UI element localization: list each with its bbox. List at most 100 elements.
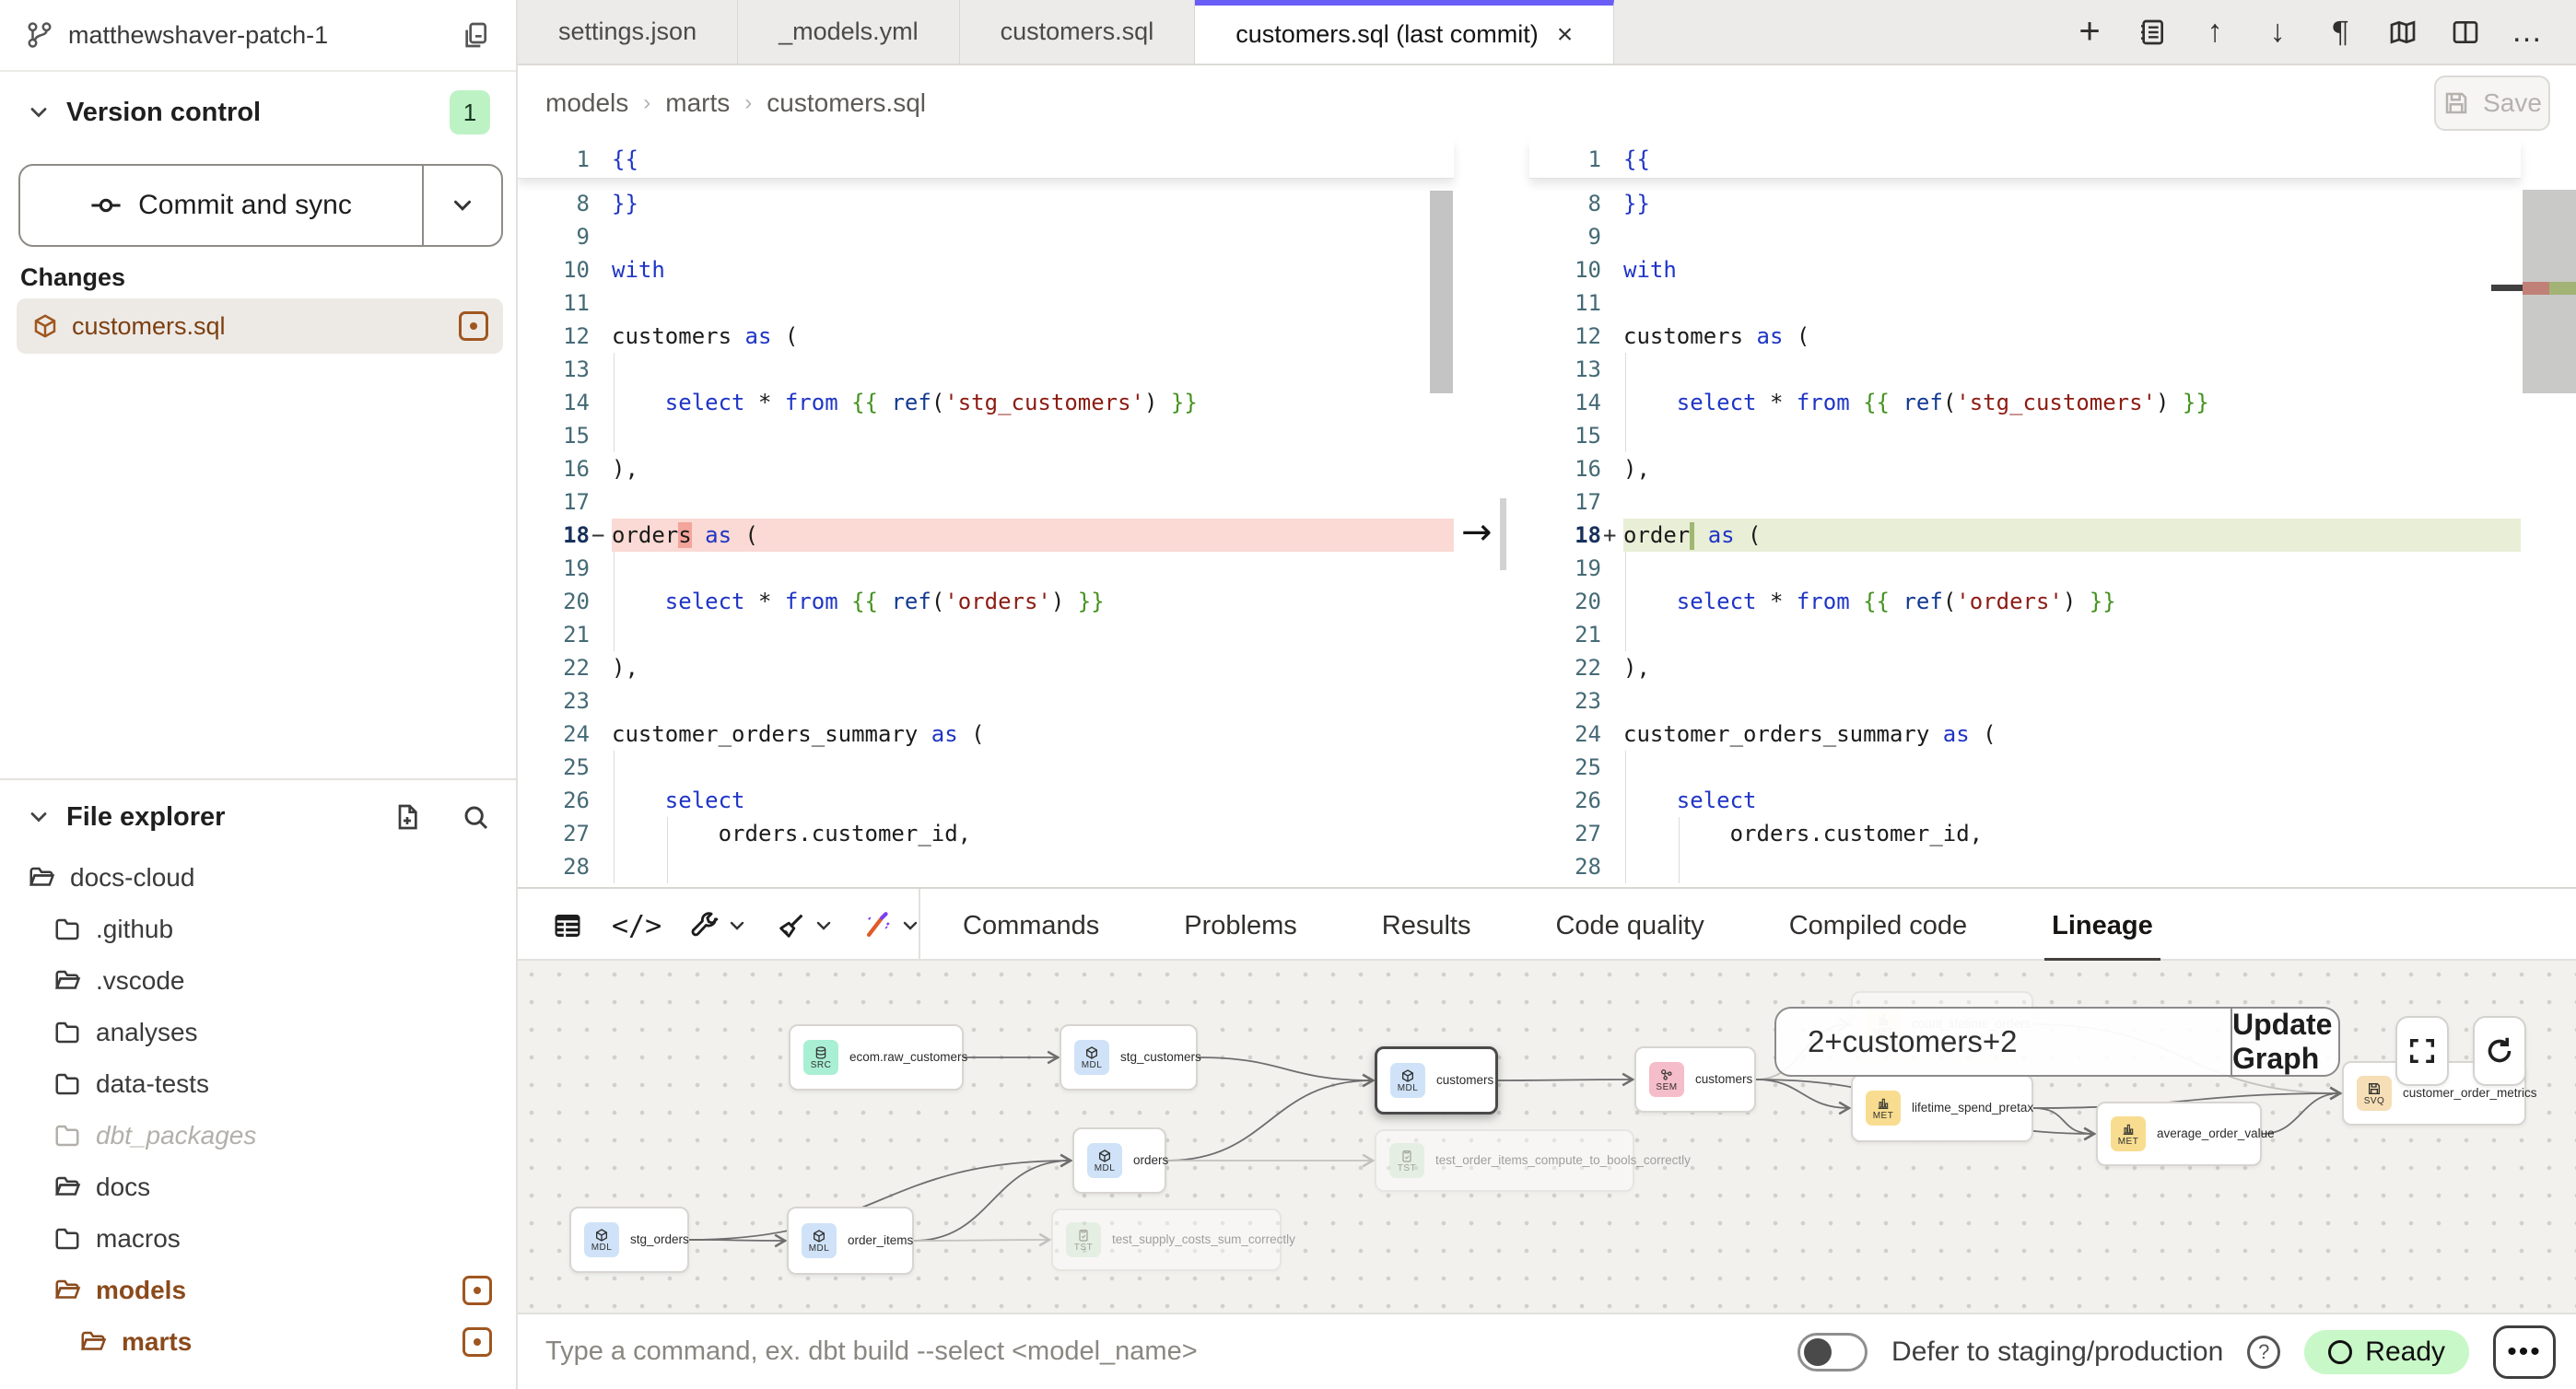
ellipsis-icon[interactable]: … <box>2508 12 2548 53</box>
lineage-node-customers-semantic[interactable]: SEMcustomers <box>1634 1046 1756 1113</box>
code-line-19[interactable]: 19 <box>1529 552 2521 585</box>
code-line-12[interactable]: 12customers as ( <box>518 320 1454 353</box>
table-grid-icon[interactable] <box>542 909 593 942</box>
tree-item-models[interactable]: models <box>0 1265 518 1316</box>
code-line-22[interactable]: 22), <box>518 651 1454 684</box>
code-line-26[interactable]: 26 select <box>518 784 1454 817</box>
outline-list-icon[interactable] <box>2132 12 2172 53</box>
commit-and-sync-main[interactable]: Commit and sync <box>20 166 422 245</box>
code-line-25[interactable]: 25 <box>1529 751 2521 784</box>
lineage-graph[interactable]: SRCecom.raw_customersMDLstg_customersMDL… <box>518 961 2576 1314</box>
code-line-12[interactable]: 12customers as ( <box>1529 320 2521 353</box>
panel-tab-compiled-code[interactable]: Compiled code <box>1747 889 2009 963</box>
diff-pane-original[interactable]: 8}}910with1112customers as (1314 select … <box>518 140 1454 887</box>
code-line-8[interactable]: 8}} <box>1529 187 2521 220</box>
tab-settings-json[interactable]: settings.json <box>518 0 738 64</box>
code-line-28[interactable]: 28 <box>518 850 1454 883</box>
commit-options-caret[interactable] <box>422 166 501 245</box>
code-line-25[interactable]: 25 <box>518 751 1454 784</box>
tab--models-yml[interactable]: _models.yml <box>738 0 960 64</box>
update-graph-button[interactable]: Update Graph <box>2231 1009 2338 1075</box>
tree-item-macros[interactable]: macros <box>0 1213 518 1265</box>
search-icon[interactable] <box>461 802 490 832</box>
lineage-node-test-supply-costs[interactable]: TSTtest_supply_costs_sum_correctly <box>1051 1208 1282 1271</box>
code-line-1[interactable]: 1{{ <box>1529 140 2521 179</box>
code-line-16[interactable]: 16), <box>518 452 1454 485</box>
panel-tab-results[interactable]: Results <box>1340 889 1514 963</box>
code-line-11[interactable]: 11 <box>518 286 1454 320</box>
arrow-up-icon[interactable]: ↑ <box>2195 12 2235 53</box>
code-line-27[interactable]: 27 orders.customer_id, <box>1529 817 2521 850</box>
breadcrumb-item-customers-sql[interactable]: customers.sql <box>767 88 926 118</box>
code-line-14[interactable]: 14 select * from {{ ref('stg_customers')… <box>518 386 1454 419</box>
map-icon[interactable] <box>2383 12 2423 53</box>
close-icon[interactable]: × <box>1557 19 1574 51</box>
arrow-down-icon[interactable]: ↓ <box>2257 12 2298 53</box>
code-line-10[interactable]: 10with <box>1529 253 2521 286</box>
code-line-21[interactable]: 21 <box>1529 618 2521 651</box>
breadcrumb-item-models[interactable]: models <box>545 88 628 118</box>
code-line-23[interactable]: 23 <box>518 684 1454 718</box>
tree-item--github[interactable]: .github <box>0 904 518 955</box>
code-line-1[interactable]: 1{{ <box>518 140 1454 179</box>
lineage-node-customers-model[interactable]: MDLcustomers <box>1375 1046 1498 1115</box>
panel-tab-lineage[interactable]: Lineage <box>2009 889 2195 963</box>
code-line-28[interactable]: 28 <box>1529 850 2521 883</box>
tree-item--vscode[interactable]: .vscode <box>0 955 518 1007</box>
tab-customers-sql-last-commit-[interactable]: customers.sql (last commit)× <box>1195 0 1614 64</box>
code-line-26[interactable]: 26 select <box>1529 784 2521 817</box>
tree-item-docs[interactable]: docs <box>0 1161 518 1213</box>
panel-tab-problems[interactable]: Problems <box>1142 889 1340 963</box>
commit-and-sync-button[interactable]: Commit and sync <box>18 164 503 247</box>
lineage-node-stg-orders[interactable]: MDLstg_orders <box>569 1207 689 1273</box>
wrench-icon[interactable] <box>680 910 757 941</box>
plus-icon[interactable]: + <box>2069 12 2110 53</box>
left-pane-scrollbar[interactable] <box>1430 191 1453 393</box>
help-icon[interactable]: ? <box>2247 1336 2280 1369</box>
lineage-selector-input[interactable] <box>1776 1009 2231 1075</box>
code-line-16[interactable]: 16), <box>1529 452 2521 485</box>
panel-tab-commands[interactable]: Commands <box>920 889 1142 963</box>
code-line-20[interactable]: 20 select * from {{ ref('orders') }} <box>518 585 1454 618</box>
code-line-17[interactable]: 17 <box>1529 485 2521 519</box>
version-control-header[interactable]: Version control 1 <box>0 72 516 153</box>
copy-icon[interactable] <box>461 20 490 50</box>
code-line-15[interactable]: 15 <box>518 419 1454 452</box>
code-line-18-add[interactable]: 18+order as ( <box>1529 519 2521 552</box>
tree-item-dbt-packages[interactable]: dbt_packages <box>0 1110 518 1161</box>
code-line-17[interactable]: 17 <box>518 485 1454 519</box>
breadcrumb-item-marts[interactable]: marts <box>665 88 730 118</box>
defer-toggle[interactable] <box>1797 1333 1868 1371</box>
code-line-13[interactable]: 13 <box>518 353 1454 386</box>
broom-icon[interactable] <box>767 910 844 941</box>
tree-item-docs-cloud[interactable]: docs-cloud <box>0 852 518 904</box>
magic-wand-icon[interactable] <box>853 910 931 941</box>
code-line-11[interactable]: 11 <box>1529 286 2521 320</box>
pilcrow-icon[interactable]: ¶ <box>2320 12 2360 53</box>
code-line-19[interactable]: 19 <box>518 552 1454 585</box>
code-line-18-del[interactable]: 18−orders as ( <box>518 519 1454 552</box>
code-line-10[interactable]: 10with <box>518 253 1454 286</box>
command-input[interactable] <box>545 1336 1559 1367</box>
tree-item-data-tests[interactable]: data-tests <box>0 1058 518 1110</box>
file-explorer-header[interactable]: File explorer <box>0 780 516 854</box>
lineage-node-order-items[interactable]: MDLorder_items <box>787 1207 914 1275</box>
refresh-graph-button[interactable] <box>2473 1016 2526 1086</box>
lineage-node-orders[interactable]: MDLorders <box>1072 1127 1166 1194</box>
apply-change-arrow[interactable]: → <box>1461 508 1522 563</box>
code-icon[interactable]: </> <box>603 910 671 942</box>
lineage-node-ecom-raw-customers[interactable]: SRCecom.raw_customers <box>789 1024 964 1091</box>
code-line-24[interactable]: 24customer_orders_summary as ( <box>518 718 1454 751</box>
code-line-9[interactable]: 9 <box>518 220 1454 253</box>
code-line-27[interactable]: 27 orders.customer_id, <box>518 817 1454 850</box>
save-button[interactable]: Save <box>2434 76 2550 131</box>
code-line-20[interactable]: 20 select * from {{ ref('orders') }} <box>1529 585 2521 618</box>
code-line-21[interactable]: 21 <box>518 618 1454 651</box>
panel-tab-code-quality[interactable]: Code quality <box>1513 889 1746 963</box>
diff-overview-ruler[interactable] <box>2521 140 2576 887</box>
tab-customers-sql[interactable]: customers.sql <box>960 0 1196 64</box>
code-line-15[interactable]: 15 <box>1529 419 2521 452</box>
fullscreen-button[interactable] <box>2395 1016 2449 1086</box>
code-line-8[interactable]: 8}} <box>518 187 1454 220</box>
code-line-24[interactable]: 24customer_orders_summary as ( <box>1529 718 2521 751</box>
